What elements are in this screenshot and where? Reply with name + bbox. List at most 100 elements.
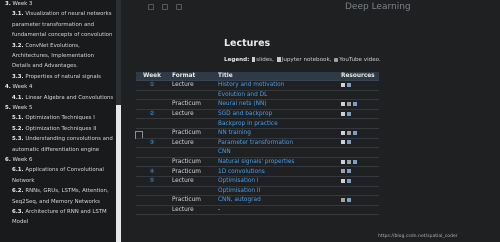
lecture-link[interactable]: Optimisation I <box>218 178 259 184</box>
format-cell: Practicum <box>168 195 214 206</box>
col-resources: Resources <box>337 72 379 81</box>
toc-week[interactable]: 3. Week 3 <box>5 1 32 8</box>
notebook-icon[interactable] <box>347 159 351 164</box>
title-cell: Parameter transformation <box>214 138 337 149</box>
toc-item[interactable]: fundamental concepts of convolution <box>12 32 112 39</box>
slides-icon[interactable] <box>341 101 345 106</box>
video-icon[interactable] <box>353 159 357 164</box>
resources-cell <box>337 205 379 216</box>
toc-text: Visualization of neural networks <box>25 11 112 18</box>
slides-icon[interactable] <box>341 159 345 164</box>
toc-text: Linear Algebra and Convolutions <box>25 94 114 101</box>
slides-icon[interactable] <box>341 82 345 87</box>
toc-item[interactable]: 3.2. ConvNet Evolutions, <box>12 43 80 50</box>
lecture-link[interactable]: SGD and backprop <box>218 111 272 117</box>
toc-item[interactable]: parameter transformation and <box>12 22 94 29</box>
format-cell: Practicum <box>168 166 214 177</box>
toc-item[interactable]: Details and Advantages. <box>12 63 78 70</box>
notebook-icon[interactable] <box>341 169 345 174</box>
notebook-icon[interactable] <box>341 197 345 202</box>
resources-cell <box>337 90 379 101</box>
format-cell: Lecture <box>168 205 214 216</box>
toc-item[interactable]: 3.3. Properties of natural signals <box>12 74 101 81</box>
resources-cell <box>337 138 379 149</box>
week-cell[interactable]: ② <box>136 109 168 120</box>
toc-item[interactable]: Architectures, Implementation <box>12 53 94 60</box>
title-cell: Backprop in practice <box>214 118 337 129</box>
lecture-link[interactable]: Parameter transformation <box>218 140 293 146</box>
lecture-link[interactable]: Natural signals' properties <box>218 159 294 165</box>
title-cell: Neural nets (NN) <box>214 99 337 110</box>
week-cell[interactable]: ③ <box>136 138 168 149</box>
toc-week[interactable]: 4. Week 4 <box>5 84 32 91</box>
menu-icon[interactable] <box>148 4 154 10</box>
format-cell: Lecture <box>168 176 214 187</box>
toc-text: Week 6 <box>12 157 33 163</box>
search-icon[interactable] <box>176 4 182 10</box>
toc-item[interactable]: 5.3. Understanding convolutions and <box>12 136 113 143</box>
section-heading: Lectures <box>224 38 271 49</box>
toc-text: Understanding convolutions and <box>25 136 113 143</box>
title-cell: Optimisation II <box>214 186 337 197</box>
slides-icon[interactable] <box>341 130 345 135</box>
video-icon[interactable] <box>347 178 351 183</box>
toc-item[interactable]: 3.1. Visualization of neural networks <box>12 11 112 18</box>
lecture-link[interactable]: CNN, autograd <box>218 197 261 203</box>
video-icon[interactable] <box>347 82 351 87</box>
video-icon[interactable] <box>347 197 351 202</box>
lecture-link[interactable]: Optimisation II <box>218 188 260 194</box>
theme-icon[interactable] <box>162 4 168 10</box>
toc-week[interactable]: 6. Week 6 <box>5 157 32 164</box>
toc-item[interactable]: 5.2. Optimization Techniques II <box>12 126 96 133</box>
format-cell: Lecture <box>168 109 214 120</box>
toc-number: 6.3. <box>12 209 24 215</box>
toc-item[interactable]: Seq2Seq, and Memory Networks <box>12 199 100 206</box>
toc-item[interactable]: Model <box>12 219 28 226</box>
lecture-link[interactable]: Backprop in practice <box>218 121 278 127</box>
toc-item[interactable]: 6.2. RNNs, GRUs, LSTMs, Attention, <box>12 188 109 195</box>
lecture-link[interactable]: 1D convolutions <box>218 169 265 175</box>
table-row: Evolution and DL <box>136 90 379 101</box>
lecture-link[interactable]: History and motivation <box>218 82 284 88</box>
table-row: ② Lecture SGD and backprop <box>136 109 379 120</box>
week-cell[interactable]: ① <box>136 80 168 91</box>
table-row: Backprop in practice <box>136 118 379 129</box>
col-week: Week <box>136 72 168 81</box>
lecture-link[interactable]: Neural nets (NN) <box>218 101 267 107</box>
week-cell[interactable]: ⑤ <box>136 176 168 187</box>
video-icon[interactable] <box>353 130 357 135</box>
week-cell[interactable]: ④ <box>136 166 168 177</box>
toc-item[interactable]: 6.3. Architecture of RNN and LSTM <box>12 209 107 216</box>
toc-item[interactable]: automatic differentiation engine <box>12 147 99 154</box>
toc-text: Architectures, Implementation <box>12 53 95 59</box>
slides-icon[interactable] <box>341 111 345 116</box>
toc-text: Seq2Seq, and Memory Networks <box>12 198 100 205</box>
toc-item[interactable]: 4.1. Linear Algebra and Convolutions <box>12 95 113 102</box>
notebook-icon[interactable] <box>347 130 351 135</box>
lecture-link[interactable]: CNN <box>218 149 231 155</box>
format-cell: Lecture <box>168 80 214 91</box>
toc-text: Optimization Techniques II <box>25 125 97 132</box>
toc-number: 6. <box>5 157 11 163</box>
notebook-icon[interactable] <box>347 101 351 106</box>
video-icon[interactable] <box>353 101 357 106</box>
toc-week[interactable]: 5. Week 5 <box>5 105 32 112</box>
video-icon[interactable] <box>347 169 351 174</box>
format-cell <box>168 147 214 158</box>
toc-item[interactable]: 5.1. Optimization Techniques I <box>12 115 95 122</box>
slides-icon[interactable] <box>341 178 345 183</box>
week-cell <box>136 205 168 216</box>
toc-number: 6.2. <box>12 188 24 195</box>
video-icon[interactable] <box>347 140 351 145</box>
slides-icon[interactable] <box>341 140 345 145</box>
video-icon[interactable] <box>347 111 351 116</box>
week-cell <box>136 90 168 101</box>
week-cell <box>136 186 168 197</box>
title-cell: 1D convolutions <box>214 166 337 177</box>
toc-item[interactable]: Network <box>12 178 35 185</box>
toc-item[interactable]: 6.1. Applications of Convolutional <box>12 167 104 174</box>
lecture-link[interactable]: NN training <box>218 130 251 136</box>
lecture-link[interactable]: Evolution and DL <box>218 92 267 98</box>
notebook-icon <box>276 57 281 62</box>
toc-text: Properties of natural signals <box>25 73 101 80</box>
